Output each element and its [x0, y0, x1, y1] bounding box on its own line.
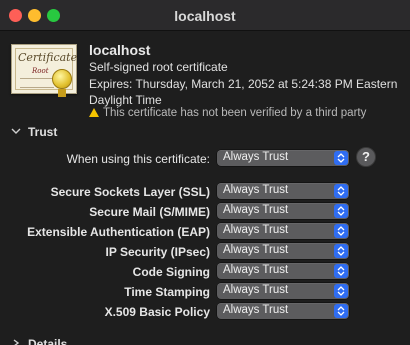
policy-popup[interactable]: Always Trust	[217, 223, 349, 239]
certificate-name: localhost	[89, 42, 151, 58]
chevron-updown-icon	[334, 184, 348, 198]
window-title: localhost	[174, 8, 236, 24]
details-section-label: Details	[28, 337, 68, 345]
chevron-updown-icon	[334, 264, 348, 278]
policy-value: Always Trust	[223, 264, 289, 276]
when-using-popup[interactable]: Always Trust	[217, 150, 349, 166]
chevron-right-icon	[11, 336, 20, 345]
trust-section-label: Trust	[28, 125, 58, 139]
policy-popup[interactable]: Always Trust	[217, 243, 349, 259]
certificate-icon: Certificate Root	[11, 44, 78, 97]
policy-label: Extensible Authentication (EAP)	[27, 225, 210, 239]
help-button[interactable]: ?	[356, 147, 376, 167]
certificate-icon-title: Certificate	[18, 51, 78, 64]
policy-label: Code Signing	[132, 265, 210, 279]
chevron-updown-icon	[334, 204, 348, 218]
certificate-kind: Self-signed root certificate	[89, 60, 228, 74]
title-bar: localhost	[0, 0, 410, 31]
policy-value: Always Trust	[223, 204, 289, 216]
policy-label: Secure Mail (S/MIME)	[89, 205, 210, 219]
policy-popup[interactable]: Always Trust	[217, 203, 349, 219]
chevron-updown-icon	[334, 151, 348, 165]
policy-popup[interactable]: Always Trust	[217, 283, 349, 299]
when-using-value: Always Trust	[223, 151, 289, 163]
certificate-expiry: Expires: Thursday, March 21, 2052 at 5:2…	[89, 77, 398, 107]
certificate-warning: This certificate has not been verified b…	[89, 107, 366, 119]
policy-label: Time Stamping	[124, 285, 210, 299]
policy-popup[interactable]: Always Trust	[217, 303, 349, 319]
warning-icon	[89, 108, 99, 117]
policy-value: Always Trust	[223, 304, 289, 316]
seal-icon	[52, 69, 72, 89]
details-section-toggle[interactable]: Details	[11, 337, 67, 345]
trust-section-toggle[interactable]: Trust	[11, 125, 57, 139]
certificate-panel: Certificate Root localhost Self-signed r…	[0, 32, 410, 345]
when-using-label: When using this certificate:	[66, 152, 210, 166]
policy-label: IP Security (IPsec)	[105, 245, 211, 259]
policy-value: Always Trust	[223, 284, 289, 296]
chevron-down-icon	[11, 124, 21, 134]
certificate-icon-subtitle: Root	[32, 67, 49, 75]
policy-label: Secure Sockets Layer (SSL)	[50, 185, 210, 199]
policy-value: Always Trust	[223, 224, 289, 236]
chevron-updown-icon	[334, 224, 348, 238]
policy-popup[interactable]: Always Trust	[217, 183, 349, 199]
chevron-updown-icon	[334, 304, 348, 318]
policy-label: X.509 Basic Policy	[104, 305, 210, 319]
chevron-updown-icon	[334, 244, 348, 258]
chevron-updown-icon	[334, 284, 348, 298]
certificate-warning-text: This certificate has not been verified b…	[103, 107, 367, 119]
policy-value: Always Trust	[223, 184, 289, 196]
policy-popup[interactable]: Always Trust	[217, 263, 349, 279]
policy-value: Always Trust	[223, 244, 289, 256]
